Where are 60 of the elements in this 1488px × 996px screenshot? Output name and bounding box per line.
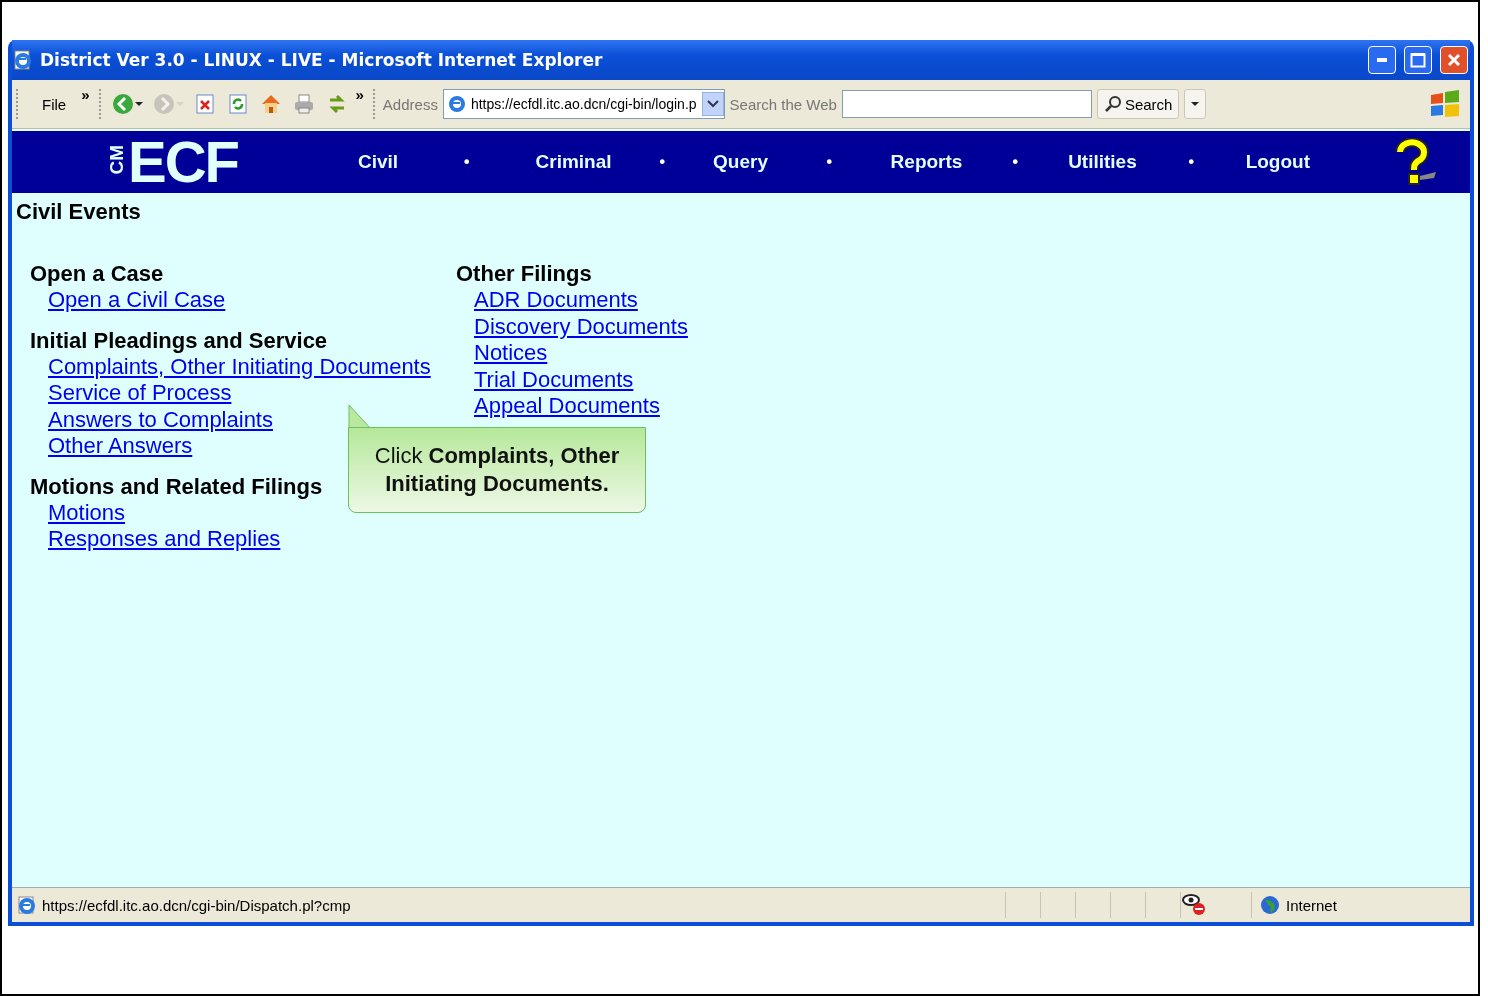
minimize-button[interactable] (1368, 46, 1396, 74)
close-button[interactable] (1440, 46, 1468, 74)
menu-item[interactable]: File (26, 95, 77, 113)
search-field[interactable] (841, 90, 1092, 118)
event-link[interactable]: Open a Civil Case (48, 287, 226, 314)
page-icon (16, 895, 36, 915)
section-heading: Initial Pleadings and Service (30, 327, 328, 354)
chevron-button[interactable]: » (81, 86, 90, 103)
search-icon (1103, 95, 1122, 113)
nav-separator: • (461, 152, 473, 172)
chevron-down-icon (706, 99, 719, 109)
forward-icon (151, 92, 176, 116)
dropdown-button[interactable] (701, 92, 724, 116)
page-title: Civil Events (16, 199, 142, 225)
privacy-icon (1181, 892, 1207, 916)
maximize-button[interactable] (1404, 46, 1432, 74)
callout-pointer (348, 405, 372, 429)
caret-icon (1191, 102, 1200, 106)
address-label: Address (382, 95, 438, 113)
nav-link[interactable]: Reports (890, 151, 963, 173)
callout: Click Complaints, Other Initiating Documents. (348, 427, 646, 513)
close-icon (1447, 53, 1461, 67)
maximize-icon (1410, 52, 1426, 68)
caret-icon (134, 102, 143, 106)
globe-icon (1260, 895, 1280, 915)
nav-link[interactable]: Utilities (1068, 151, 1137, 173)
nav-separator: • (1009, 152, 1021, 172)
address-field[interactable]: https://ecfdl.itc.ao.dcn/cgi-bin/login.p (442, 89, 725, 119)
event-link[interactable]: Complaints, Other Initiating Documents (48, 353, 431, 380)
page-icon (12, 49, 34, 71)
event-link[interactable]: Service of Process (48, 380, 232, 407)
nav-separator: • (823, 152, 835, 172)
event-link[interactable]: Answers to Complaints (48, 406, 273, 433)
nav-link[interactable]: Logout (1245, 151, 1310, 173)
search-label: Search the Web (729, 95, 837, 113)
nav-separator: • (1185, 152, 1197, 172)
logo-text: ECF (128, 133, 238, 191)
nav-separator: • (656, 152, 669, 172)
section-heading: Motions and Related Filings (30, 473, 323, 500)
search-button[interactable]: Search (1096, 89, 1180, 119)
minimize-icon (1377, 58, 1387, 62)
back-icon (110, 92, 135, 116)
chevron-button[interactable]: » (355, 86, 364, 103)
section-heading: Other Filings (456, 261, 592, 287)
event-link[interactable]: Trial Documents (474, 366, 634, 393)
nav-link[interactable]: Civil (358, 151, 399, 173)
event-link[interactable]: Motions (48, 499, 126, 526)
event-link[interactable]: Responses and Replies (48, 526, 281, 553)
window-title: District Ver 3.0 - LINUX - LIVE - Microsoft Internet Explorer (40, 50, 604, 70)
event-link[interactable]: Appeal Documents (474, 393, 660, 420)
status-text: https://ecfdl.itc.ao.dcn/cgi-bin/Dispatch.pl?cmp (42, 896, 351, 914)
windows-logo-icon (1428, 89, 1462, 119)
nav-link[interactable]: Criminal (535, 151, 612, 173)
event-link[interactable]: ADR Documents (474, 287, 638, 314)
event-link[interactable]: Other Answers (48, 433, 193, 460)
section-heading: Open a Case (30, 261, 164, 287)
event-link[interactable]: Discovery Documents (474, 313, 688, 340)
event-link[interactable]: Notices (474, 340, 548, 367)
status-zone: Internet (1286, 896, 1337, 914)
nav-link[interactable]: Query (713, 151, 768, 173)
